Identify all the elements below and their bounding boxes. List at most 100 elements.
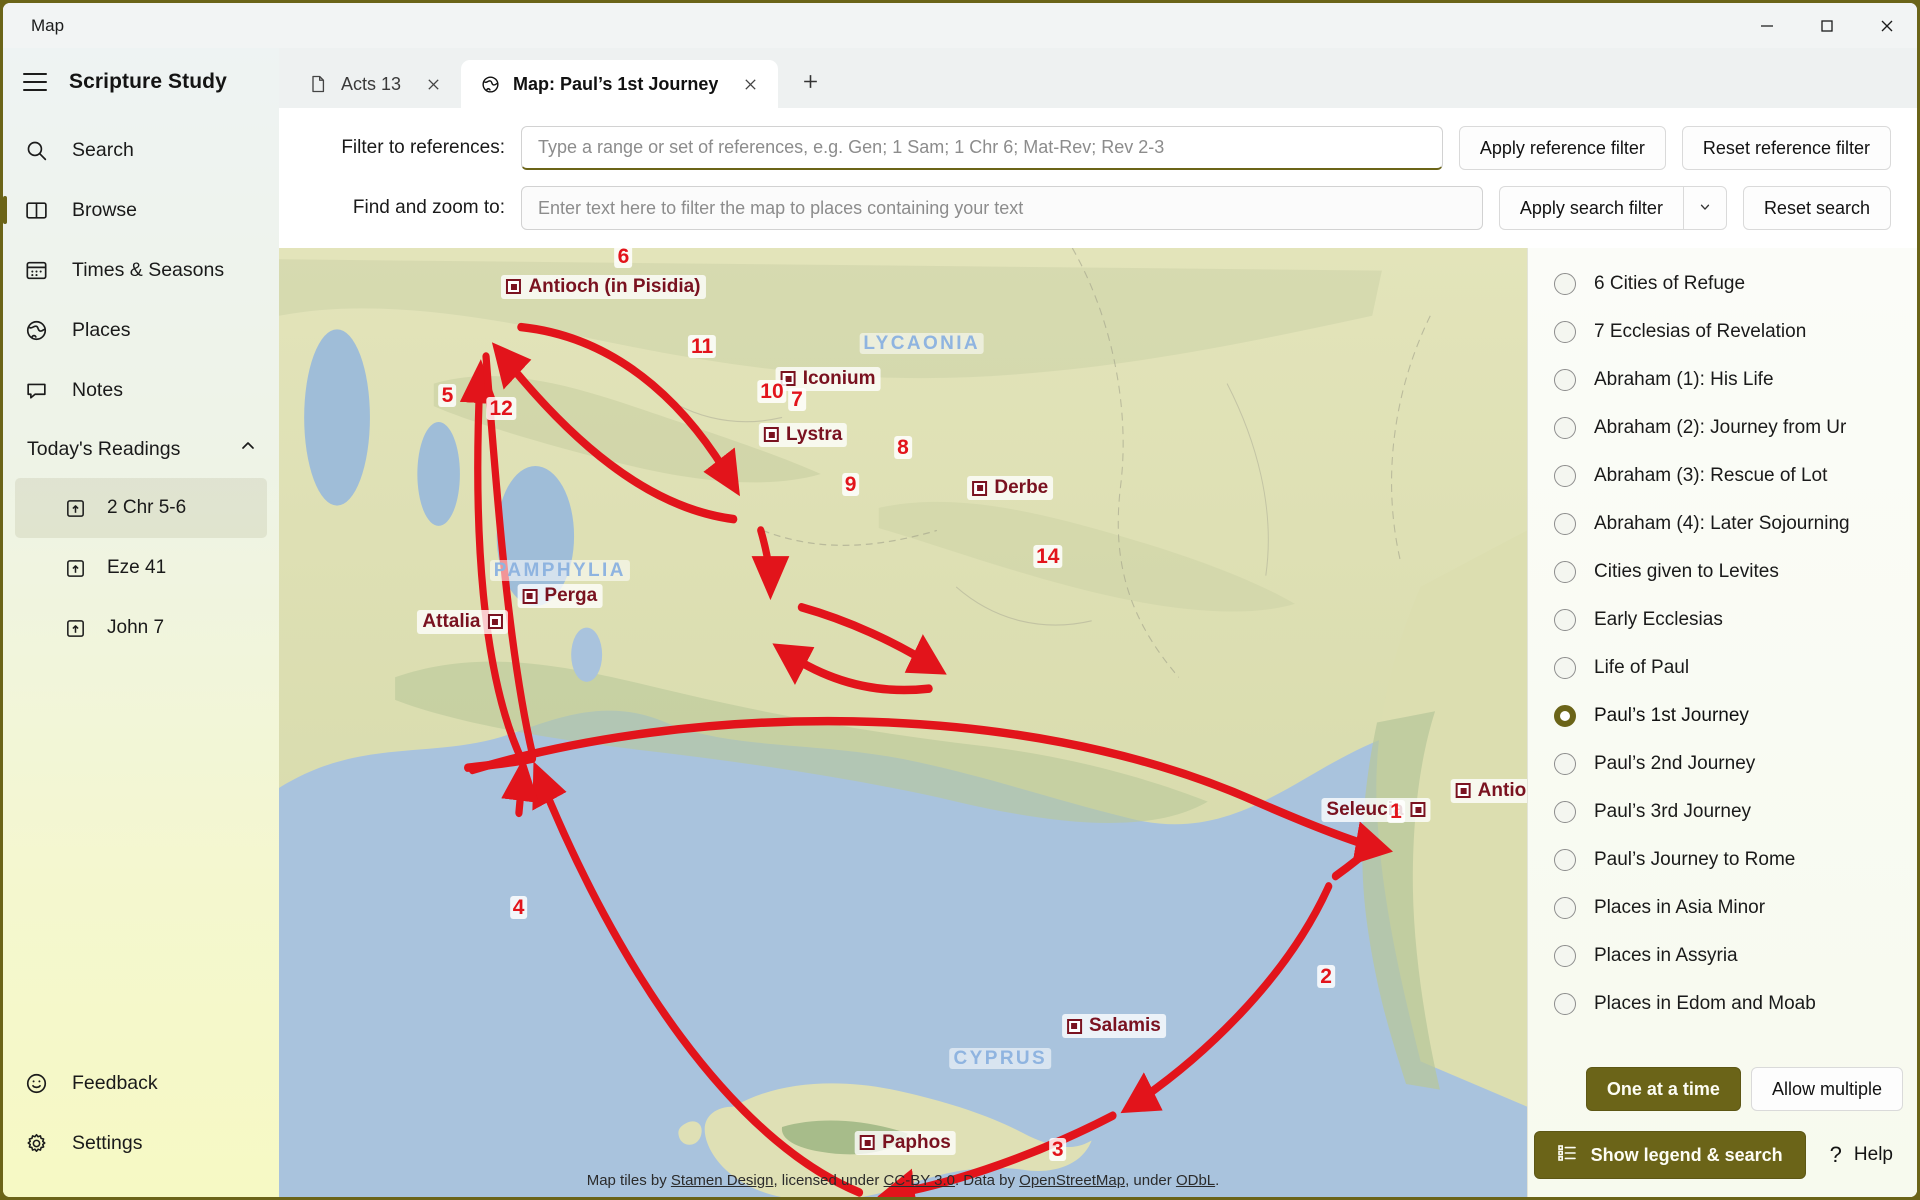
radio-icon xyxy=(1554,561,1576,583)
place-label: Lystra xyxy=(759,423,847,447)
map-layer-option-abraham-4[interactable]: Abraham (4): Later Sojourning xyxy=(1528,500,1917,548)
map-layer-option-6-cities-of-refuge[interactable]: 6 Cities of Refuge xyxy=(1528,260,1917,308)
radio-icon xyxy=(1554,273,1576,295)
place-marker-seleucia[interactable]: Seleucia xyxy=(1321,798,1430,822)
section-title: Today's Readings xyxy=(27,438,180,461)
close-button[interactable] xyxy=(1857,3,1917,48)
apply-search-filter-button[interactable]: Apply search filter xyxy=(1499,186,1683,230)
place-marker-salamis[interactable]: Salamis xyxy=(1062,1014,1166,1038)
radio-icon xyxy=(1554,321,1576,343)
route-step-marker: 3 xyxy=(1049,1139,1067,1161)
tab-acts-13[interactable]: Acts 13 xyxy=(289,60,461,108)
tab-map-pauls-1st-journey[interactable]: Map: Paul’s 1st Journey xyxy=(461,60,778,108)
reading-icon xyxy=(63,556,87,580)
attribution-link-odbl[interactable]: ODbL xyxy=(1176,1172,1215,1189)
sidebar-item-browse[interactable]: Browse xyxy=(3,180,279,240)
app-window: Map Scripture Study xyxy=(0,0,1920,1200)
map-layer-option-cities-given-to-levites[interactable]: Cities given to Levites xyxy=(1528,548,1917,596)
place-marker-lystra[interactable]: Lystra xyxy=(759,423,847,447)
place-marker-attalia[interactable]: Attalia xyxy=(417,610,507,634)
map-layer-option-pauls-journey-to-rome[interactable]: Paul’s Journey to Rome xyxy=(1528,836,1917,884)
list-icon xyxy=(1557,1143,1577,1168)
reset-reference-filter-button[interactable]: Reset reference filter xyxy=(1682,126,1891,170)
map-layer-option-pauls-2nd-journey[interactable]: Paul’s 2nd Journey xyxy=(1528,740,1917,788)
map-layer-option-places-in-asia-minor[interactable]: Places in Asia Minor xyxy=(1528,884,1917,932)
attribution-link-stamen[interactable]: Stamen Design xyxy=(671,1172,774,1189)
one-at-a-time-button[interactable]: One at a time xyxy=(1586,1067,1741,1111)
map-layer-label: Life of Paul xyxy=(1594,657,1689,679)
plus-icon xyxy=(801,72,820,96)
place-label: Antioch xyxy=(1451,779,1527,803)
place-marker-antioch-pisidia[interactable]: Antioch (in Pisidia) xyxy=(501,275,705,299)
apply-reference-filter-button[interactable]: Apply reference filter xyxy=(1459,126,1666,170)
map-layer-option-places-in-edom-and-moab[interactable]: Places in Edom and Moab xyxy=(1528,980,1917,1028)
reference-filter-input[interactable] xyxy=(521,126,1443,170)
map-layer-label: Abraham (1): His Life xyxy=(1594,369,1774,391)
map-layer-label: Paul’s 2nd Journey xyxy=(1594,753,1755,775)
map-layer-option-places-in-assyria[interactable]: Places in Assyria xyxy=(1528,932,1917,980)
route-step-marker: 11 xyxy=(688,336,716,358)
route-step-marker: 14 xyxy=(1033,546,1062,568)
sidebar-item-places[interactable]: Places xyxy=(3,300,279,360)
map-layer-option-pauls-3rd-journey[interactable]: Paul’s 3rd Journey xyxy=(1528,788,1917,836)
lake-2 xyxy=(417,422,460,526)
map-layer-option-7-ecclesias-of-revelation[interactable]: 7 Ecclesias of Revelation xyxy=(1528,308,1917,356)
route-step-marker: 8 xyxy=(894,437,912,459)
sidebar-item-settings[interactable]: Settings xyxy=(3,1113,279,1173)
map-layer-option-life-of-paul[interactable]: Life of Paul xyxy=(1528,644,1917,692)
reading-item-label: Eze 41 xyxy=(107,557,166,579)
sidebar-item-feedback[interactable]: Feedback xyxy=(3,1053,279,1113)
sidebar-item-label: Search xyxy=(72,139,134,162)
minimize-button[interactable] xyxy=(1737,3,1797,48)
map-layer-option-early-ecclesias[interactable]: Early Ecclesias xyxy=(1528,596,1917,644)
sidebar-item-times-and-seasons[interactable]: Times & Seasons xyxy=(3,240,279,300)
map-layer-option-abraham-3[interactable]: Abraham (3): Rescue of Lot xyxy=(1528,452,1917,500)
map-layer-option-pauls-1st-journey[interactable]: Paul’s 1st Journey xyxy=(1528,692,1917,740)
map-canvas[interactable]: Antioch (in Pisidia) Iconium Lystra xyxy=(279,248,1527,1197)
reading-item-john[interactable]: John 7 xyxy=(15,598,267,658)
window-body: Scripture Study Search xyxy=(3,48,1917,1197)
place-name: Lystra xyxy=(786,424,842,446)
reading-item-2chr[interactable]: 2 Chr 5-6 xyxy=(15,478,267,538)
place-marker-derbe[interactable]: Derbe xyxy=(967,476,1053,500)
place-label: Seleucia xyxy=(1321,798,1430,822)
place-dot-icon xyxy=(1411,802,1426,817)
sidebar-item-search[interactable]: Search xyxy=(3,120,279,180)
radio-icon xyxy=(1554,993,1576,1015)
apply-search-dropdown-button[interactable] xyxy=(1683,186,1727,230)
map-layer-label: Cities given to Levites xyxy=(1594,561,1779,583)
radio-icon xyxy=(1554,705,1576,727)
todays-readings-header[interactable]: Today's Readings xyxy=(3,420,279,478)
route-step-marker: 12 xyxy=(486,398,515,420)
search-input[interactable] xyxy=(521,186,1483,230)
place-marker-paphos[interactable]: Paphos xyxy=(855,1131,956,1155)
hamburger-icon[interactable] xyxy=(23,73,47,91)
attribution-link-osm[interactable]: OpenStreetMap xyxy=(1019,1172,1125,1189)
reading-item-eze[interactable]: Eze 41 xyxy=(15,538,267,598)
map-layer-option-abraham-2[interactable]: Abraham (2): Journey from Ur xyxy=(1528,404,1917,452)
region-label-pamphylia: PAMPHYLIA xyxy=(490,560,630,582)
title-bar: Map xyxy=(3,3,1917,48)
show-legend-and-search-button[interactable]: Show legend & search xyxy=(1534,1131,1806,1179)
new-tab-button[interactable] xyxy=(790,64,830,104)
attribution-link-ccby[interactable]: CC-BY 3.0 xyxy=(884,1172,955,1189)
place-marker-perga[interactable]: Perga xyxy=(517,584,602,608)
reference-filter-row: Filter to references: Apply reference fi… xyxy=(305,126,1891,170)
tab-close-icon[interactable] xyxy=(736,70,764,98)
place-name: Derbe xyxy=(994,477,1048,499)
maximize-button[interactable] xyxy=(1797,3,1857,48)
place-dot-icon xyxy=(860,1135,875,1150)
place-dot-icon xyxy=(506,279,521,294)
main-area: Acts 13 Map: Paul’s 1st Journey xyxy=(279,48,1917,1197)
lake-4 xyxy=(571,628,602,682)
region-label-lycaonia: LYCAONIA xyxy=(859,333,984,355)
search-icon xyxy=(23,137,50,164)
place-marker-antioch[interactable]: Antioch xyxy=(1451,779,1527,803)
tab-close-icon[interactable] xyxy=(419,70,447,98)
help-button[interactable]: ? Help xyxy=(1820,1133,1903,1177)
sidebar-item-notes[interactable]: Notes xyxy=(3,360,279,420)
reset-search-button[interactable]: Reset search xyxy=(1743,186,1891,230)
route-step-marker: 5 xyxy=(439,385,457,407)
allow-multiple-button[interactable]: Allow multiple xyxy=(1751,1067,1903,1111)
map-layer-option-abraham-1[interactable]: Abraham (1): His Life xyxy=(1528,356,1917,404)
